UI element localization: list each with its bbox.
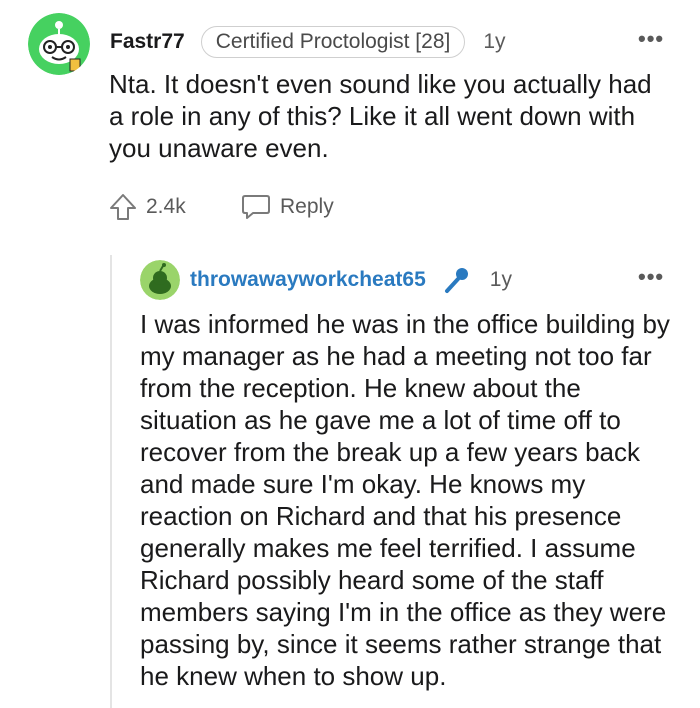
reply-age: 1y — [489, 268, 512, 291]
comment-body: Nta. It doesn't even sound like you actu… — [109, 69, 652, 163]
user-avatar[interactable] — [28, 13, 90, 75]
thread-line[interactable] — [110, 255, 112, 708]
snoo-avatar-icon — [28, 13, 90, 75]
upvote-button[interactable]: 2.4k — [108, 192, 186, 222]
reply-body: I was informed he was in the office buil… — [140, 309, 670, 691]
more-options-icon[interactable]: ••• — [638, 26, 664, 52]
reply-label: Reply — [280, 195, 334, 218]
upvote-count: 2.4k — [146, 195, 186, 218]
user-flair: Certified Proctologist [28] — [200, 26, 466, 58]
speech-bubble-icon — [242, 195, 270, 219]
microphone-icon — [442, 265, 472, 295]
comment-header: Fastr77 Certified Proctologist [28] 1y — [110, 26, 506, 58]
more-options-icon[interactable]: ••• — [638, 264, 664, 290]
arrow-up-icon — [110, 194, 136, 220]
reply-avatar[interactable] — [140, 260, 180, 300]
comment-age: 1y — [483, 30, 506, 53]
reply-username[interactable]: throwawayworkcheat65 — [190, 268, 426, 292]
comment-username[interactable]: Fastr77 — [110, 30, 185, 54]
snoo-avatar-icon — [140, 260, 180, 300]
reply-header: throwawayworkcheat65 1y — [190, 265, 512, 295]
reply-button[interactable]: Reply — [240, 192, 334, 222]
